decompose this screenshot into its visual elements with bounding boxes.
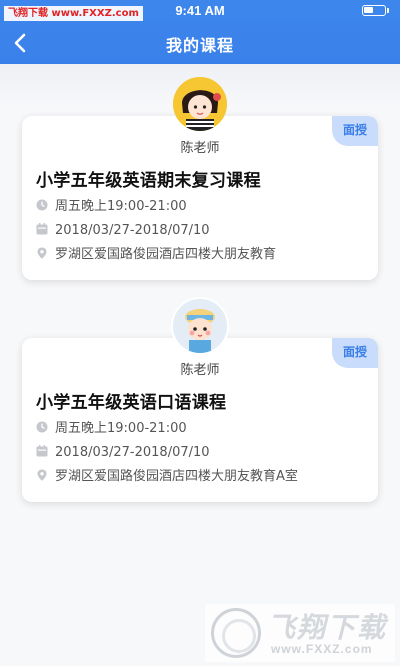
cartoon-child-avatar <box>173 299 227 353</box>
course-title: 小学五年级英语口语课程 <box>36 393 227 413</box>
location-pin-icon <box>37 247 47 259</box>
course-card[interactable]: 面授 陈老师 小学五年级英语口语课程 周五晚上19:00-21:00 2018/… <box>22 338 378 502</box>
calendar-icon <box>36 445 48 457</box>
teacher-avatar <box>173 299 227 353</box>
course-address-row: 罗湖区爱国路俊园酒店四楼大朋友教育 <box>36 246 276 264</box>
location-pin-icon <box>37 469 47 481</box>
watermark-emblem-icon <box>211 608 261 658</box>
calendar-icon <box>36 223 48 235</box>
course-time: 周五晚上19:00-21:00 <box>55 199 187 214</box>
course-card[interactable]: 面授 陈老师 小学五年级英语期末复习课程 周五晚上19:00-21:00 201… <box>22 116 378 280</box>
clock-icon <box>36 421 48 433</box>
watermark-logo: 飞翔下载 www.FXXZ.com <box>205 604 395 662</box>
page-title: 我的课程 <box>165 36 234 55</box>
cartoon-girl-avatar <box>173 77 227 131</box>
battery-icon <box>362 5 389 16</box>
watermark-url: www.FXXZ.com <box>271 642 373 656</box>
watermark-text: 飞翔下载 <box>267 611 388 644</box>
course-date-row: 2018/03/27-2018/07/10 <box>36 444 210 462</box>
status-bar: 飞翔下载 www.FXXZ.com 9:41 AM <box>0 0 400 21</box>
course-address: 罗湖区爱国路俊园酒店四楼大朋友教育A室 <box>55 469 298 484</box>
course-address-row: 罗湖区爱国路俊园酒店四楼大朋友教育A室 <box>36 468 298 486</box>
teacher-avatar <box>173 77 227 131</box>
course-title: 小学五年级英语期末复习课程 <box>36 171 261 191</box>
teacher-name: 陈老师 <box>180 141 220 156</box>
course-address: 罗湖区爱国路俊园酒店四楼大朋友教育 <box>55 247 277 262</box>
course-time-row: 周五晚上19:00-21:00 <box>36 420 187 438</box>
teacher-name: 陈老师 <box>180 363 220 378</box>
course-date: 2018/03/27-2018/07/10 <box>55 445 210 460</box>
course-time: 周五晚上19:00-21:00 <box>55 421 187 436</box>
course-date-row: 2018/03/27-2018/07/10 <box>36 222 210 240</box>
course-time-row: 周五晚上19:00-21:00 <box>36 198 187 216</box>
status-time: 9:41 AM <box>175 3 225 18</box>
clock-icon <box>36 199 48 211</box>
course-date: 2018/03/27-2018/07/10 <box>55 223 210 238</box>
